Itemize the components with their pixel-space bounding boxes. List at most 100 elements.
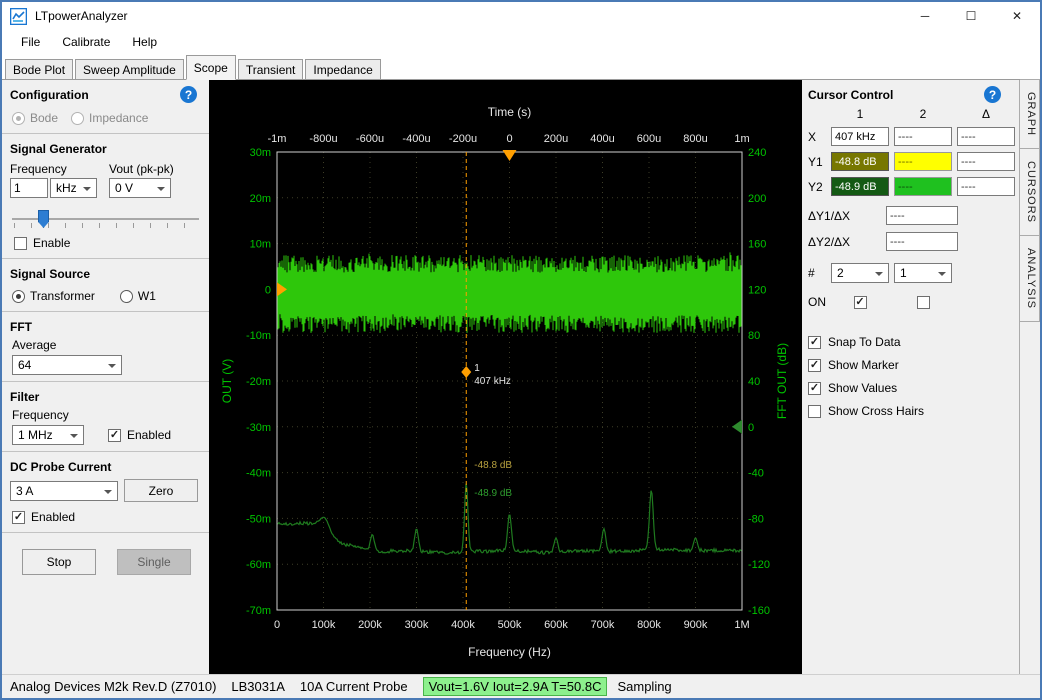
svg-text:600u: 600u <box>637 133 661 145</box>
help-icon[interactable]: ? <box>984 86 1001 103</box>
svg-text:900k: 900k <box>684 619 708 631</box>
side-tab-strip: GRAPH CURSORS ANALYSIS <box>1019 80 1040 674</box>
dc-probe-enabled-label: Enabled <box>31 510 75 524</box>
frequency-unit-select[interactable]: kHz <box>50 178 97 198</box>
status-board: LB3031A <box>231 679 285 694</box>
filter-title: Filter <box>2 388 209 406</box>
configuration-panel: Configuration ? Bode Impedance Signal Ge… <box>2 80 209 674</box>
svg-text:0: 0 <box>506 133 512 145</box>
menu-calibrate[interactable]: Calibrate <box>51 32 121 52</box>
snap-to-data-label: Snap To Data <box>828 335 901 349</box>
svg-text:FFT OUT (dB): FFT OUT (dB) <box>775 343 789 419</box>
zero-button[interactable]: Zero <box>124 479 198 502</box>
x-cursor2-value: ---- <box>894 127 952 146</box>
dy1-dx-value: ---- <box>886 206 958 225</box>
svg-text:-120: -120 <box>748 559 770 571</box>
svg-text:800u: 800u <box>683 133 707 145</box>
stop-button[interactable]: Stop <box>22 549 96 575</box>
side-tab-analysis[interactable]: ANALYSIS <box>1020 235 1040 322</box>
tab-impedance[interactable]: Impedance <box>305 59 380 79</box>
fft-title: FFT <box>2 318 209 336</box>
w1-radio-label: W1 <box>138 289 156 303</box>
menu-file[interactable]: File <box>10 32 51 52</box>
delta-column-header: Δ <box>957 107 1015 121</box>
y2-delta-value: ---- <box>957 177 1015 196</box>
svg-text:-400u: -400u <box>402 133 430 145</box>
show-marker-checkbox[interactable] <box>808 359 821 372</box>
svg-text:-30m: -30m <box>246 422 271 434</box>
tab-sweep-amplitude[interactable]: Sweep Amplitude <box>75 59 184 79</box>
average-select[interactable]: 64 <box>12 355 122 375</box>
minimize-icon[interactable]: ─ <box>902 2 948 30</box>
frequency-label: Frequency <box>10 162 97 176</box>
tab-bode-plot[interactable]: Bode Plot <box>5 59 73 79</box>
side-tab-graph[interactable]: GRAPH <box>1020 79 1040 149</box>
cursor-count-label: # <box>808 266 826 280</box>
close-icon[interactable]: ✕ <box>994 2 1040 30</box>
show-values-label: Show Values <box>828 381 897 395</box>
app-window: LTpowerAnalyzer ─ ☐ ✕ File Calibrate Hel… <box>0 0 1042 700</box>
vout-select[interactable]: 0 V <box>109 178 171 198</box>
svg-text:200u: 200u <box>544 133 568 145</box>
divider <box>2 532 209 533</box>
transformer-radio[interactable] <box>12 290 25 303</box>
bode-radio-label: Bode <box>30 111 58 125</box>
status-measurement: Vout=1.6V Iout=2.9A T=50.8C <box>423 677 608 696</box>
enable-checkbox[interactable] <box>14 237 27 250</box>
svg-text:-20m: -20m <box>246 376 271 388</box>
on-row-label: ON <box>808 295 826 309</box>
dc-probe-title: DC Probe Current <box>2 458 209 476</box>
show-values-checkbox[interactable] <box>808 382 821 395</box>
snap-to-data-checkbox[interactable] <box>808 336 821 349</box>
frequency-input[interactable] <box>10 178 48 198</box>
svg-text:200: 200 <box>748 193 766 205</box>
scope-plot[interactable]: 1407 kHz-48.8 dB-48.9 dB-1m-800u-600u-40… <box>209 80 802 674</box>
side-tab-cursors[interactable]: CURSORS <box>1020 148 1040 236</box>
svg-text:0: 0 <box>748 422 754 434</box>
dy2-dx-value: ---- <box>886 232 958 251</box>
divider <box>2 258 209 259</box>
filter-enabled-checkbox[interactable] <box>108 429 121 442</box>
svg-text:-80: -80 <box>748 513 764 525</box>
cursor1-number-select[interactable]: 2 <box>831 263 889 283</box>
svg-text:700k: 700k <box>591 619 615 631</box>
x-cursor1-value: 407 kHz <box>831 127 889 146</box>
tab-scope[interactable]: Scope <box>186 55 236 80</box>
menu-bar: File Calibrate Help <box>2 30 1040 54</box>
bode-radio <box>12 112 25 125</box>
cursor2-number-select[interactable]: 1 <box>894 263 952 283</box>
y2-cursor2-swatch: ---- <box>894 177 952 196</box>
impedance-radio <box>71 112 84 125</box>
filter-frequency-select[interactable]: 1 MHz <box>12 425 84 445</box>
configuration-title: Configuration <box>10 88 89 102</box>
cursor1-on-checkbox[interactable] <box>854 296 867 309</box>
svg-text:600k: 600k <box>544 619 568 631</box>
svg-text:-1m: -1m <box>268 133 287 145</box>
svg-text:1M: 1M <box>734 619 749 631</box>
cursor-control-panel: Cursor Control ? 1 2 Δ X 407 kHz ---- --… <box>802 80 1019 674</box>
help-icon[interactable]: ? <box>180 86 197 103</box>
show-cross-hairs-checkbox[interactable] <box>808 405 821 418</box>
svg-text:160: 160 <box>748 239 766 251</box>
maximize-icon[interactable]: ☐ <box>948 2 994 30</box>
single-button: Single <box>117 549 191 575</box>
dc-probe-enabled-checkbox[interactable] <box>12 511 25 524</box>
title-bar: LTpowerAnalyzer ─ ☐ ✕ <box>2 2 1040 30</box>
svg-text:-40: -40 <box>748 468 764 480</box>
status-state: Sampling <box>617 679 671 694</box>
divider <box>2 451 209 452</box>
status-probe: 10A Current Probe <box>300 679 408 694</box>
tab-transient[interactable]: Transient <box>238 59 304 79</box>
cursor2-column-header: 2 <box>894 107 952 121</box>
svg-text:120: 120 <box>748 284 766 296</box>
svg-text:800k: 800k <box>637 619 661 631</box>
y1-cursor2-swatch: ---- <box>894 152 952 171</box>
dc-probe-current-select[interactable]: 3 A <box>10 481 118 501</box>
w1-radio[interactable] <box>120 290 133 303</box>
amplitude-slider[interactable] <box>12 208 199 232</box>
show-marker-label: Show Marker <box>828 358 899 372</box>
signal-generator-title: Signal Generator <box>2 140 209 158</box>
status-bar: Analog Devices M2k Rev.D (Z7010) LB3031A… <box>2 674 1040 698</box>
menu-help[interactable]: Help <box>121 32 168 52</box>
cursor2-on-checkbox[interactable] <box>917 296 930 309</box>
